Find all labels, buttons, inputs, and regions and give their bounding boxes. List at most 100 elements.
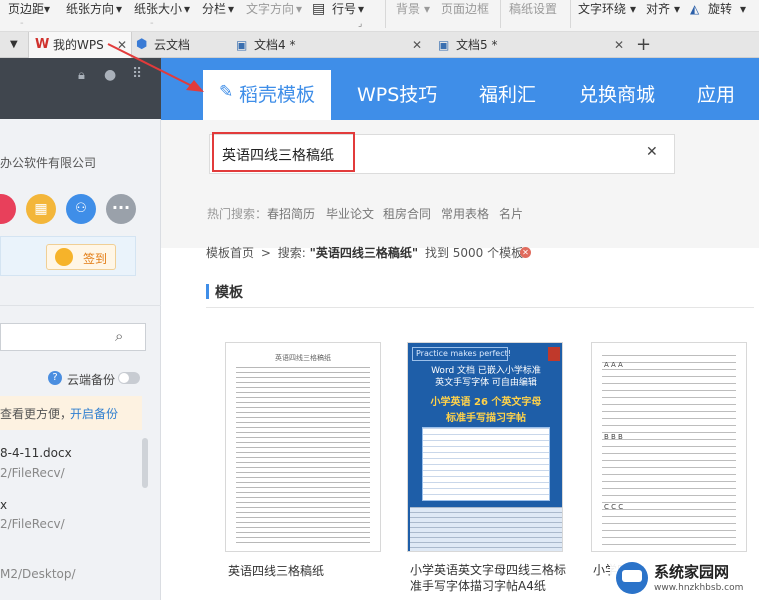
hot-search-item[interactable]: 租房合同 bbox=[383, 205, 431, 222]
new-tab-plus-icon[interactable]: + bbox=[636, 32, 656, 58]
template-card-thumbnail[interactable]: Practice makes perfect! Word 文档 已嵌入小学标准 … bbox=[407, 342, 563, 552]
template-card-title[interactable]: 小学英语英文字母四线三格标准手写字体描习字帖A4纸 bbox=[410, 562, 566, 594]
tab-label: 文档4 * bbox=[254, 38, 296, 52]
breadcrumb: 模板首页 > 搜索: "英语四线三格稿纸" 找到 5000 个模板 bbox=[206, 244, 523, 260]
ribbon-page-border[interactable]: 页面边框 bbox=[441, 1, 489, 17]
ribbon-text-wrap[interactable]: 文字环绕 bbox=[578, 1, 626, 17]
nav-item-exchange-mall[interactable]: 兑换商城 bbox=[579, 80, 655, 107]
thumbnail-line: 英文手写字体 可自由编辑 bbox=[435, 378, 537, 388]
hot-search-item[interactable]: 春招简历 bbox=[267, 205, 315, 222]
recent-file-path: 2/FileRecv/ bbox=[0, 517, 65, 531]
tab-label: 云文档 bbox=[154, 38, 191, 52]
close-icon[interactable]: ✕ bbox=[614, 32, 624, 58]
contacts-icon[interactable]: ⚇ bbox=[66, 194, 96, 224]
ribbon-size[interactable]: 纸张大小 bbox=[134, 1, 182, 17]
tab-cloud-docs[interactable]: ⬢ 云文档 bbox=[134, 32, 230, 58]
ribbon-second-row: - - bbox=[0, 18, 759, 30]
thumbnail-letters: B B B bbox=[604, 433, 623, 441]
backup-notice-text: 查看更方便， bbox=[0, 407, 73, 421]
ribbon-orientation[interactable]: 纸张方向 bbox=[66, 1, 114, 17]
tab-document-5[interactable]: ▣ 文档5 * ✕ bbox=[434, 32, 634, 58]
company-name: 办公软件有限公司 bbox=[0, 156, 97, 170]
search-query-highlight bbox=[212, 132, 355, 172]
scrollbar-thumb[interactable] bbox=[142, 438, 148, 488]
ribbon-margins-arrow[interactable]: ▾ bbox=[44, 1, 50, 17]
divider bbox=[0, 305, 161, 306]
lock-icon[interactable]: 🔒︎ bbox=[78, 68, 85, 83]
ribbon-size-arrow[interactable]: ▾ bbox=[184, 1, 190, 17]
hot-search-item[interactable]: 名片 bbox=[499, 205, 523, 222]
breadcrumb-search-label: 搜索: bbox=[277, 246, 306, 260]
ribbon-align-arrow[interactable]: ▾ bbox=[674, 1, 680, 17]
recent-file-name[interactable]: x bbox=[0, 498, 7, 512]
ribbon-row-glyph: - bbox=[150, 18, 154, 29]
thumbnail-letters: C C C bbox=[604, 503, 624, 511]
nav-item-wps-tips[interactable]: WPS技巧 bbox=[357, 80, 437, 107]
template-card-thumbnail[interactable]: 英语四线三格稿纸 bbox=[225, 342, 381, 552]
checkin-button[interactable]: 签到 bbox=[46, 244, 116, 270]
thumbnail-text: Practice makes perfect! bbox=[412, 347, 511, 361]
ribbon-columns-arrow[interactable]: ▾ bbox=[228, 1, 234, 17]
ribbon-background-arrow[interactable]: ▾ bbox=[424, 1, 430, 17]
section-divider bbox=[206, 307, 754, 308]
ribbon-text-wrap-arrow[interactable]: ▾ bbox=[630, 1, 636, 17]
ribbon-toolbar: 页边距 ▾ 纸张方向 ▾ 纸张大小 ▾ 分栏 ▾ 文字方向 ▾ ▤ 行号 ▾ ⌟… bbox=[0, 0, 759, 32]
search-area: 英语四线三格稿纸 ✕ bbox=[161, 120, 759, 248]
ribbon-text-direction-arrow[interactable]: ▾ bbox=[296, 1, 302, 17]
word-doc-icon: ▣ bbox=[236, 38, 248, 52]
ribbon-background[interactable]: 背景 bbox=[396, 1, 420, 17]
breadcrumb-result-count: 找到 5000 个模板 bbox=[424, 246, 524, 260]
nav-active-tab[interactable]: ✎ 稻壳模板 bbox=[203, 70, 331, 120]
ribbon-line-numbers-arrow[interactable]: ▾ bbox=[358, 1, 364, 17]
ribbon-columns[interactable]: 分栏 bbox=[202, 1, 226, 17]
ruled-lines bbox=[602, 355, 736, 545]
clear-filter-icon[interactable]: ✕ bbox=[520, 247, 531, 258]
thumbnail-worksheet bbox=[422, 427, 550, 501]
ribbon-orientation-arrow[interactable]: ▾ bbox=[116, 1, 122, 17]
hot-search-item[interactable]: 毕业论文 bbox=[326, 205, 374, 222]
hot-search-item[interactable]: 常用表格 bbox=[441, 205, 489, 222]
tab-document-4[interactable]: ▣ 文档4 * ✕ bbox=[232, 32, 432, 58]
document-tab-bar: ▼ W 我的WPS ✕ ⬢ 云文档 ▣ 文档4 * ✕ ▣ 文档5 * ✕ + bbox=[0, 32, 759, 58]
breadcrumb-query: "英语四线三格稿纸" bbox=[309, 246, 419, 260]
line-numbers-icon: ▤ bbox=[312, 1, 326, 17]
watermark-name: 系统家园网 bbox=[654, 563, 730, 581]
thumbnail-text: 小学英语 26 个英文字母 bbox=[430, 397, 542, 407]
help-icon[interactable]: ? bbox=[48, 371, 62, 385]
cloud-backup-toggle[interactable] bbox=[118, 372, 140, 384]
close-icon[interactable]: ✕ bbox=[117, 32, 127, 58]
recent-file-name[interactable]: 8-4-11.docx bbox=[0, 446, 72, 460]
enable-backup-link[interactable]: 开启备份 bbox=[70, 405, 118, 422]
tab-list-dropdown-icon[interactable]: ▼ bbox=[10, 32, 24, 58]
recent-file-path: M2/Desktop/ bbox=[0, 567, 76, 581]
ribbon-rotate[interactable]: 旋转 bbox=[708, 1, 732, 17]
nav-item-apps[interactable]: 应用 bbox=[697, 80, 735, 107]
more-icon[interactable]: ··· bbox=[106, 194, 136, 224]
section-marker bbox=[206, 284, 209, 299]
close-icon[interactable]: ✕ bbox=[412, 32, 422, 58]
search-icon[interactable]: ⌕ bbox=[115, 327, 123, 345]
rotate-icon: ◭ bbox=[690, 2, 700, 16]
breadcrumb-home[interactable]: 模板首页 bbox=[206, 246, 254, 260]
apps-grid-icon[interactable]: ⠿ bbox=[132, 66, 142, 82]
calendar-icon[interactable]: ▦ bbox=[26, 194, 56, 224]
ribbon-margins[interactable]: 页边距 bbox=[8, 1, 44, 17]
ribbon-text-direction[interactable]: 文字方向 bbox=[246, 1, 294, 17]
template-card-thumbnail[interactable]: A A A B B B C C C bbox=[591, 342, 747, 552]
user-header: 🔒︎ ● ⠿ bbox=[0, 58, 161, 119]
ribbon-align[interactable]: 对齐 bbox=[646, 1, 670, 17]
thumbnail-text: Word 文档 已嵌入小学标准 英文手写字体 可自由编辑 bbox=[412, 365, 560, 391]
ribbon-rotate-arrow[interactable]: ▾ bbox=[740, 1, 746, 17]
ribbon-paper-settings[interactable]: 稿纸设置 bbox=[509, 1, 557, 17]
thumbnail-text: 标准手写描习字帖 bbox=[446, 413, 526, 423]
chat-icon[interactable]: ● bbox=[104, 67, 116, 83]
checkin-label: 签到 bbox=[83, 252, 108, 266]
nav-item-welfare[interactable]: 福利汇 bbox=[479, 80, 536, 107]
file-search-input[interactable]: ⌕ bbox=[0, 323, 146, 351]
tab-my-wps[interactable]: W 我的WPS ✕ bbox=[28, 32, 132, 58]
pink-app-icon[interactable] bbox=[0, 194, 16, 224]
ribbon-line-numbers[interactable]: 行号 bbox=[332, 1, 356, 17]
clear-search-icon[interactable]: ✕ bbox=[646, 144, 658, 160]
template-card-title[interactable]: 英语四线三格稿纸 bbox=[228, 562, 388, 579]
section-title: 模板 bbox=[215, 285, 243, 301]
